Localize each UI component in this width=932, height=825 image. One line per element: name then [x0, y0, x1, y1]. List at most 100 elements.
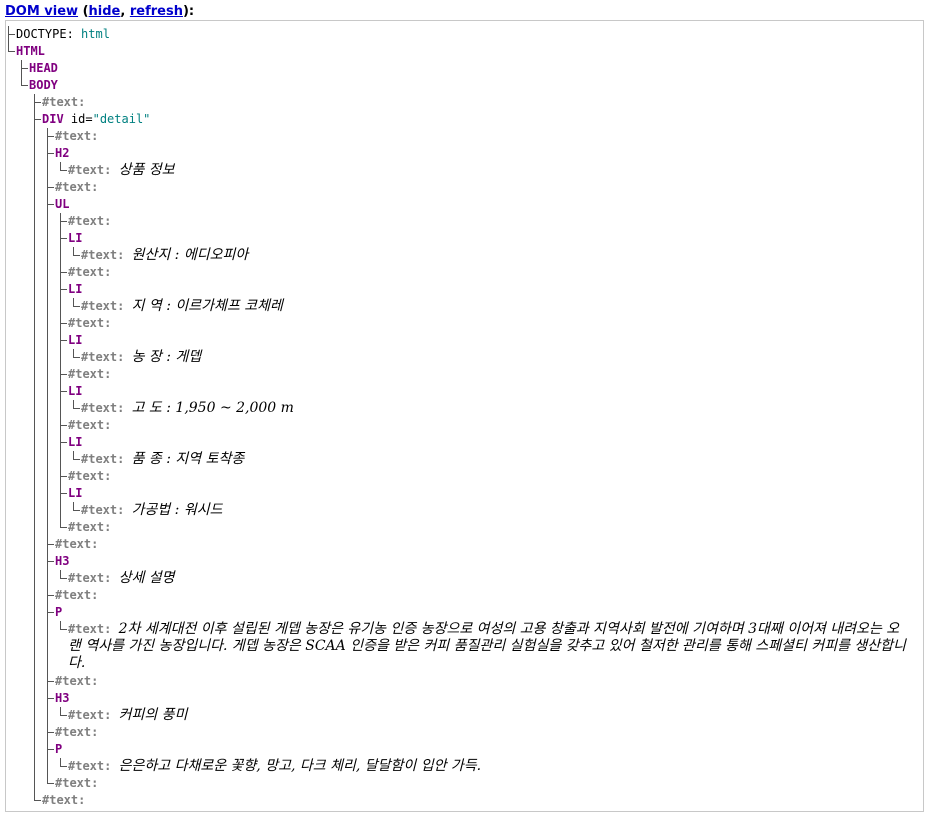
- tree-connector: [21, 85, 28, 86]
- text-node-label[interactable]: #text:: [68, 520, 111, 534]
- element-node-li: LI: [6, 485, 923, 502]
- tree-connector: [47, 544, 54, 545]
- text-node: #text: 고 도 : 1,950 ~ 2,000 m: [6, 400, 923, 417]
- text-node-label[interactable]: #text:: [81, 350, 124, 364]
- doctype-value: html: [81, 27, 110, 41]
- element-tag[interactable]: P: [55, 742, 62, 756]
- tree-connector: [34, 102, 41, 103]
- element-tag[interactable]: HTML: [16, 44, 45, 58]
- text-node-label[interactable]: #text:: [68, 214, 111, 228]
- paren-open: (: [78, 4, 89, 19]
- element-tag[interactable]: HEAD: [29, 61, 58, 75]
- tree-connector: [34, 128, 35, 145]
- element-tag[interactable]: LI: [68, 282, 82, 296]
- text-node-label[interactable]: #text:: [68, 367, 111, 381]
- tree-connector: [34, 332, 35, 349]
- tree-connector: [47, 612, 54, 613]
- tree-connector: [47, 136, 54, 137]
- text-node-label[interactable]: #text:: [81, 248, 124, 262]
- text-node-label[interactable]: #text:: [68, 316, 111, 330]
- tree-connector: [34, 604, 35, 621]
- text-node-label[interactable]: #text:: [68, 418, 111, 432]
- element-tag[interactable]: H3: [55, 554, 69, 568]
- element-node-li: LI: [6, 434, 923, 451]
- tree-connector: [60, 221, 67, 222]
- tree-connector: [47, 681, 54, 682]
- text-node: #text:: [6, 94, 923, 111]
- text-node-label[interactable]: #text:: [68, 622, 111, 636]
- text-node-label[interactable]: #text:: [55, 776, 98, 790]
- element-node-li: LI: [6, 332, 923, 349]
- text-node-label[interactable]: #text:: [42, 95, 85, 109]
- tree-connector: [47, 561, 54, 562]
- tree-connector: [60, 247, 61, 264]
- tree-connector: [34, 264, 35, 281]
- element-tag[interactable]: LI: [68, 384, 82, 398]
- text-node-label[interactable]: #text:: [68, 571, 111, 585]
- element-tag[interactable]: DIV: [42, 112, 64, 126]
- text-node-label[interactable]: #text:: [55, 180, 98, 194]
- text-node-label[interactable]: #text:: [55, 537, 98, 551]
- element-tag[interactable]: LI: [68, 486, 82, 500]
- text-node-label[interactable]: #text:: [68, 759, 111, 773]
- tree-connector: [47, 698, 54, 699]
- text-node: #text:: [6, 536, 923, 553]
- tree-connector: [47, 468, 48, 485]
- text-node-label[interactable]: #text:: [81, 503, 124, 517]
- tree-connector: [34, 196, 35, 213]
- tree-connector: [34, 451, 35, 468]
- element-tag[interactable]: H2: [55, 146, 69, 160]
- text-node-label[interactable]: #text:: [68, 163, 111, 177]
- tree-connector: [60, 766, 67, 767]
- tree-connector: [47, 187, 54, 188]
- element-tag[interactable]: LI: [68, 333, 82, 347]
- text-node: #text:: [6, 264, 923, 281]
- text-node-label[interactable]: #text:: [55, 725, 98, 739]
- tree-connector: [60, 527, 67, 528]
- text-node-label[interactable]: #text:: [81, 299, 124, 313]
- tree-connector: [34, 741, 35, 758]
- text-node-content: 가공법 : 워시드: [131, 502, 223, 518]
- tree-connector: [60, 451, 61, 468]
- text-node-label[interactable]: #text:: [42, 793, 85, 807]
- tree-connector: [34, 417, 35, 434]
- tree-connector: [34, 775, 35, 792]
- hide-link[interactable]: hide: [89, 4, 121, 19]
- tree-connector: [47, 485, 48, 502]
- dom-tree-panel[interactable]: DOCTYPE: html HTML HEAD BODY #text: DIV id="d…: [5, 20, 924, 812]
- text-node-label[interactable]: #text:: [55, 588, 98, 602]
- text-node-label[interactable]: #text:: [68, 469, 111, 483]
- tree-connector: [21, 68, 28, 69]
- tree-connector: [47, 783, 54, 784]
- text-node-content: 농 장 : 게뎁: [131, 349, 202, 365]
- tree-connector: [60, 476, 67, 477]
- text-node-label[interactable]: #text:: [68, 265, 111, 279]
- element-tag[interactable]: H3: [55, 691, 69, 705]
- attribute-value: "detail": [92, 112, 151, 126]
- tree-connector: [47, 758, 48, 775]
- element-tag[interactable]: BODY: [29, 78, 58, 92]
- tree-connector: [34, 485, 35, 502]
- element-tag[interactable]: P: [55, 605, 62, 619]
- text-node-label[interactable]: #text:: [81, 452, 124, 466]
- element-node-div: DIV id="detail": [6, 111, 923, 128]
- element-node-p: P: [6, 604, 923, 621]
- text-node-label[interactable]: #text:: [55, 129, 98, 143]
- dom-view-link[interactable]: DOM view: [5, 4, 78, 19]
- tree-connector: [34, 502, 35, 519]
- tree-connector: [34, 298, 35, 315]
- element-tag[interactable]: LI: [68, 435, 82, 449]
- tree-connector: [60, 425, 67, 426]
- refresh-link[interactable]: refresh: [130, 4, 183, 19]
- tree-connector: [34, 230, 35, 247]
- tree-connector: [60, 170, 67, 171]
- text-node-content: 품 종 : 지역 토착종: [131, 451, 245, 467]
- element-tag[interactable]: UL: [55, 197, 69, 211]
- doctype-label: DOCTYPE:: [16, 27, 74, 41]
- tree-connector: [60, 349, 61, 366]
- element-tag[interactable]: LI: [68, 231, 82, 245]
- text-node-label[interactable]: #text:: [68, 708, 111, 722]
- tree-connector: [34, 800, 41, 801]
- text-node-label[interactable]: #text:: [81, 401, 124, 415]
- text-node-label[interactable]: #text:: [55, 674, 98, 688]
